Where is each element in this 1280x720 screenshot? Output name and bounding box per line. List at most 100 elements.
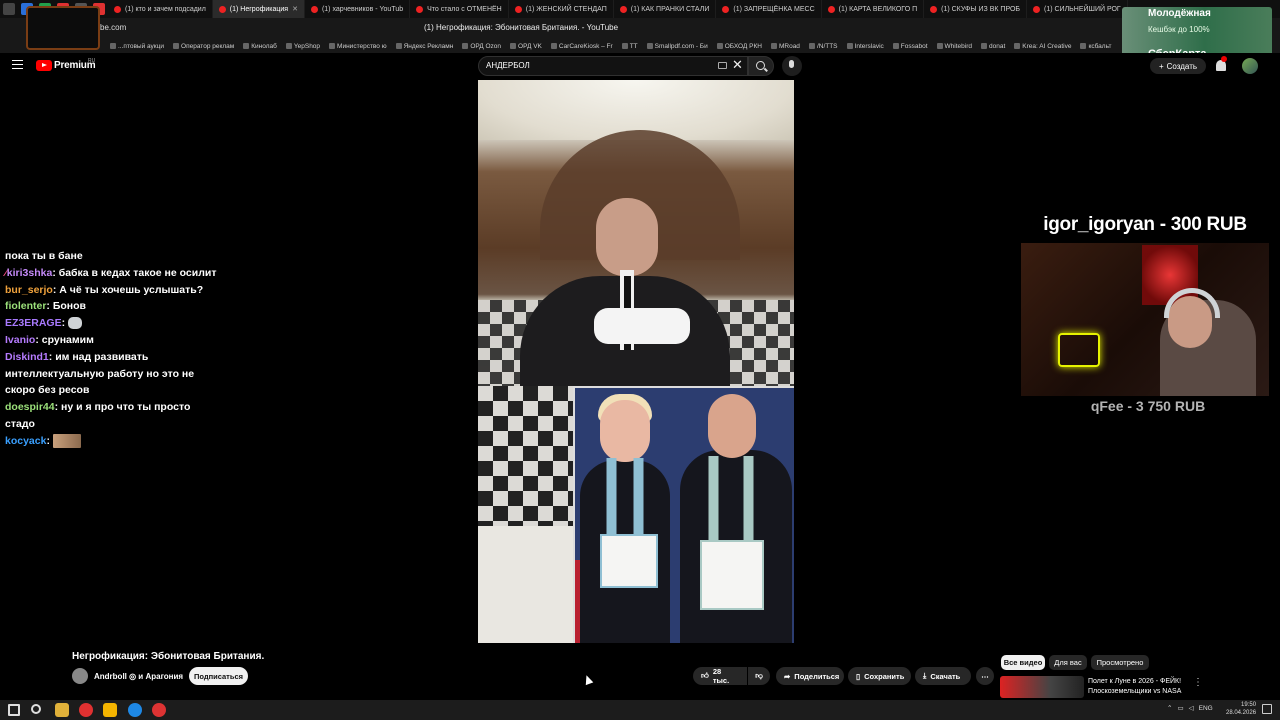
donation-alert: igor_igoryan - 300 RUB	[1043, 214, 1247, 235]
system-tray: ⌃ ▭ ◁ ENG	[1167, 704, 1213, 713]
browser-tab[interactable]: (1) КАРТА ВЕЛИКОГО П	[822, 0, 925, 18]
bookmark-item[interactable]: Яндекс Рекламн	[395, 43, 453, 50]
system-clock[interactable]: 19:50 28.04.2026	[1226, 701, 1256, 717]
browser-tab[interactable]: (1) СИЛЬНЕЙШИЙ РОГ	[1027, 0, 1128, 18]
chat-text: А чё ты хочешь услышать?	[59, 283, 204, 296]
channel-name[interactable]: Andrboll ◎ и Арагония	[94, 672, 183, 681]
browser-tab[interactable]: (1) кто и зачем подсадил	[108, 0, 213, 18]
browser-tab-active[interactable]: (1) Негрофикация ✕	[212, 0, 305, 18]
chat-message: ⁄kiri3shka: бабка в кедах такое не осили…	[5, 266, 217, 279]
ad-headline: Молодёжная	[1148, 8, 1211, 19]
chat-text: Бонов	[52, 300, 87, 313]
recommendation-thumbnail[interactable]	[1000, 676, 1084, 698]
recommendation-title[interactable]: Полет к Луне в 2026 - ФЕЙК! Плоскоземель…	[1088, 677, 1192, 696]
share-button[interactable]: ➦ Поделиться	[776, 667, 844, 685]
bookmark-item[interactable]: Smallpdf.com - Би	[646, 43, 708, 50]
chevron-up-icon[interactable]: ⌃	[1167, 704, 1172, 712]
bookmark-item[interactable]: ОРД VK	[510, 43, 542, 50]
network-icon[interactable]: ▭	[1177, 704, 1183, 712]
browser-tab[interactable]: (1) КАК ПРАНКИ СТАЛИ	[614, 0, 717, 18]
youtube-favicon-icon	[416, 5, 424, 13]
clear-search-icon[interactable]: ✕	[732, 58, 743, 72]
bookmark-item[interactable]: CarCareKiosk – Fr	[550, 43, 613, 50]
bookmark-item[interactable]: Whitebird	[936, 43, 972, 50]
chat-text: срунамим	[41, 333, 94, 346]
bookmark-item[interactable]: ОБХОД РКН	[716, 43, 762, 50]
save-button[interactable]: ▯ Сохранить	[848, 667, 911, 685]
webcam-overlay-frame	[26, 6, 100, 50]
chat-text: бабка в кедах такое не осилит	[58, 266, 217, 279]
filter-chip-watched[interactable]: Просмотрено	[1091, 655, 1149, 670]
yandex-browser-icon[interactable]	[79, 703, 93, 717]
download-button[interactable]: ⤓ Скачать	[915, 667, 971, 685]
browser-tab[interactable]: Что стало с ОТМЕНЁН	[410, 0, 509, 18]
video-person-right-collar	[696, 456, 766, 546]
bookmark-item[interactable]: YepShop	[285, 43, 320, 50]
chat-message: Ivanio: срунамим	[5, 333, 94, 346]
browser-tab-strip: (1) кто и зачем подсадил (1) Негрофикаци…	[0, 0, 1280, 18]
menu-icon[interactable]	[12, 60, 23, 69]
more-actions-button[interactable]: ⋯	[976, 667, 994, 685]
search-icon[interactable]	[31, 704, 41, 714]
mouse-cursor-icon	[582, 673, 594, 686]
thumbs-up-icon: 👍︎	[701, 671, 709, 680]
save-label: Сохранить	[864, 671, 905, 681]
bookmark-item[interactable]: Кинолаб	[243, 43, 277, 50]
bookmark-item[interactable]: Оператор реклам	[173, 43, 234, 50]
app-taskbar-icon[interactable]	[152, 703, 166, 717]
subscribe-button[interactable]: Подписаться	[189, 667, 248, 685]
donation-last: qFee - 3 750 RUB	[1090, 398, 1206, 414]
volume-icon[interactable]: ◁	[1189, 704, 1194, 712]
youtube-favicon-icon	[114, 5, 121, 13]
bookmark-item[interactable]: /N/TTS	[808, 43, 838, 50]
like-count: 28 тыс.	[712, 667, 730, 685]
bookmark-item[interactable]: Krea: AI Creative	[1014, 43, 1071, 50]
bookmark-icon: ▯	[856, 671, 861, 681]
bookmark-item[interactable]: ксбальт	[1080, 43, 1111, 50]
create-button[interactable]: + Создать	[1150, 58, 1206, 74]
stream-chat: пока ты в бане ⁄kiri3shka: бабка в кедах…	[5, 248, 220, 450]
app-taskbar-icon[interactable]	[103, 703, 117, 717]
chat-username: bur_serjo	[5, 283, 53, 296]
youtube-logo-icon[interactable]	[36, 60, 52, 71]
browser-tab[interactable]: (1) ЖЕНСКИЙ СТЕНДАП	[509, 0, 614, 18]
file-explorer-icon[interactable]	[55, 703, 69, 717]
language-indicator[interactable]: ENG	[1199, 705, 1213, 712]
browser-tab[interactable]: (1) СКУФЫ ИЗ ВК ПРОБ	[924, 0, 1027, 18]
windows-start-icon[interactable]	[8, 704, 20, 716]
bookmark-item[interactable]: ОРД Ozon	[462, 43, 501, 50]
filter-chip-all[interactable]: Все видео	[1001, 655, 1045, 670]
search-button[interactable]	[748, 56, 774, 76]
windows-taskbar	[0, 700, 1280, 720]
mic-button[interactable]	[782, 56, 802, 76]
address-bar[interactable]	[0, 18, 1280, 39]
address-url[interactable]: be.com	[100, 23, 126, 32]
youtube-favicon-icon	[930, 5, 938, 13]
notification-center-icon[interactable]	[1262, 704, 1272, 714]
close-tab-icon[interactable]: ✕	[292, 5, 298, 13]
create-label: Создать	[1166, 61, 1198, 71]
bookmark-item[interactable]: Interslavic	[846, 43, 884, 50]
share-icon: ➦	[784, 671, 791, 681]
bookmark-item[interactable]: TT	[621, 43, 638, 50]
keyboard-icon[interactable]	[718, 62, 727, 69]
chat-message: EZ3ERAGE:	[5, 315, 220, 332]
filter-chip-for-you[interactable]: Для вас	[1049, 655, 1087, 670]
account-avatar[interactable]	[1242, 58, 1258, 74]
search-value[interactable]: АНДЕРБОЛ	[486, 61, 530, 70]
dislike-button[interactable]: 👎︎	[748, 667, 770, 685]
bookmark-item[interactable]: Министерство ю	[329, 43, 387, 50]
channel-avatar[interactable]	[72, 668, 88, 684]
browser-tab[interactable]: (1) ЗАПРЕЩЁНКА МЕСС	[716, 0, 822, 18]
bookmark-item[interactable]: donat	[981, 43, 1005, 50]
video-person-left-apron	[600, 534, 658, 588]
chat-message: пока ты в бане	[5, 248, 220, 265]
like-button[interactable]: 👍︎ 28 тыс.	[693, 667, 747, 685]
bookmark-item[interactable]: Fossabot	[892, 43, 928, 50]
telegram-icon[interactable]	[128, 703, 142, 717]
bookmark-item[interactable]: MRoad	[770, 43, 800, 50]
browser-menu-icon[interactable]	[3, 3, 15, 15]
browser-tab[interactable]: (1) харчевников - YouTub	[305, 0, 411, 18]
recommendation-more-icon[interactable]: ⋮	[1193, 677, 1203, 688]
bookmark-item[interactable]: ...птовый аукци	[110, 43, 164, 50]
